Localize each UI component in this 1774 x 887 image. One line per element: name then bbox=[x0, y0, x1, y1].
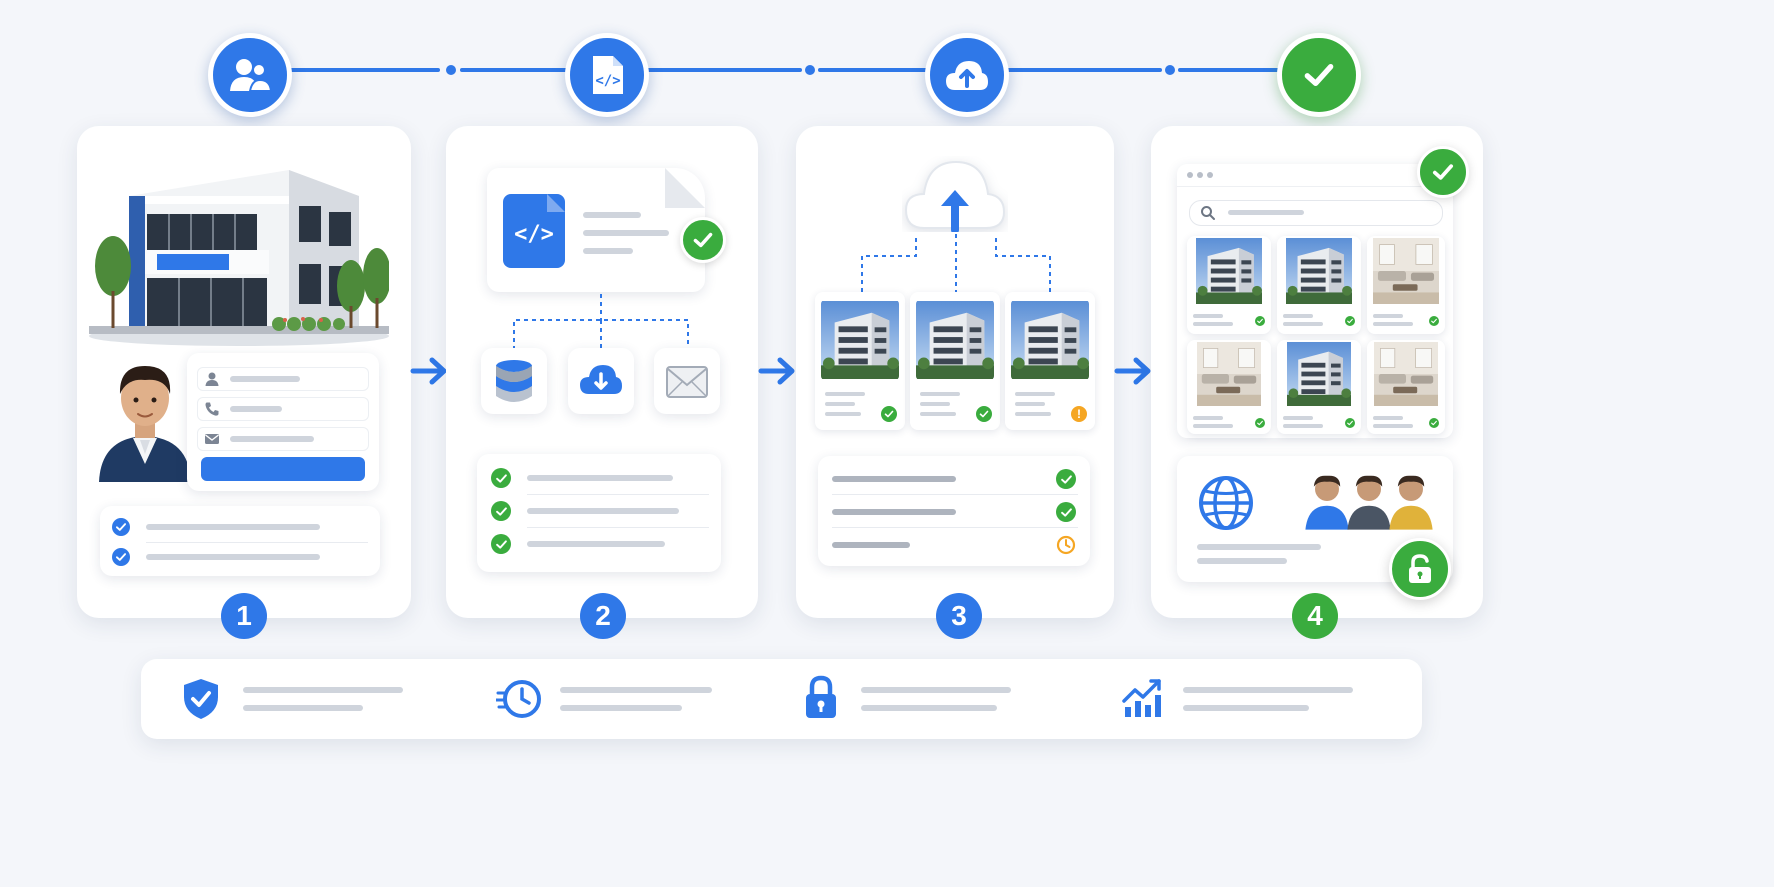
user-icon bbox=[205, 372, 219, 386]
check-icon bbox=[1277, 33, 1361, 117]
mail-icon bbox=[205, 434, 219, 444]
check-icon bbox=[1056, 469, 1076, 489]
phone-field[interactable] bbox=[197, 397, 369, 421]
check-icon bbox=[1056, 502, 1076, 522]
avatar bbox=[99, 366, 191, 482]
submit-button[interactable] bbox=[201, 457, 365, 481]
check-icon bbox=[1429, 418, 1439, 428]
globe-icon bbox=[1199, 476, 1253, 530]
listing-card[interactable] bbox=[1277, 340, 1361, 434]
processing-checklist bbox=[477, 454, 721, 572]
cloud-upload-icon bbox=[925, 33, 1009, 117]
contact-form bbox=[187, 353, 379, 491]
user-avatar bbox=[1387, 470, 1435, 532]
listing-card[interactable]: ! bbox=[1005, 292, 1095, 430]
arrow-right-icon bbox=[1114, 356, 1154, 386]
feature-speed bbox=[494, 677, 712, 726]
connector-lines bbox=[861, 234, 1051, 292]
clock-icon bbox=[1056, 535, 1076, 555]
page-fold bbox=[665, 168, 705, 208]
mail-icon bbox=[654, 348, 720, 414]
status-list bbox=[818, 456, 1090, 566]
database-icon bbox=[481, 348, 547, 414]
phone-icon bbox=[205, 402, 219, 416]
timeline-connector bbox=[1178, 68, 1283, 72]
listing-photo bbox=[916, 300, 994, 380]
features-bar bbox=[141, 659, 1422, 739]
check-icon bbox=[491, 501, 511, 521]
step-card-2: </> 2 bbox=[446, 126, 758, 639]
cloud-upload-icon bbox=[902, 156, 1008, 234]
step-number-4: 4 bbox=[1292, 593, 1338, 639]
check-icon bbox=[680, 217, 726, 263]
check-icon bbox=[491, 468, 511, 488]
timeline-dot bbox=[446, 65, 456, 75]
search-icon bbox=[1201, 206, 1215, 220]
step-card-3: ! 3 bbox=[796, 126, 1114, 639]
connector-lines bbox=[513, 294, 689, 350]
check-icon bbox=[1345, 316, 1355, 326]
cloud-download-icon bbox=[568, 348, 634, 414]
step-number-2: 2 bbox=[580, 593, 626, 639]
email-field[interactable] bbox=[197, 427, 369, 451]
listing-photo bbox=[1011, 300, 1089, 380]
check-icon bbox=[112, 548, 130, 566]
warning-icon: ! bbox=[1071, 406, 1087, 422]
check-icon bbox=[1429, 316, 1439, 326]
user-avatar bbox=[1303, 470, 1351, 532]
check-icon bbox=[491, 534, 511, 554]
check-icon bbox=[1255, 418, 1265, 428]
check-icon bbox=[1255, 316, 1265, 326]
shield-check-icon bbox=[184, 679, 218, 719]
timeline-connector bbox=[1002, 68, 1162, 72]
timeline-dot bbox=[1165, 65, 1175, 75]
check-icon bbox=[1345, 418, 1355, 428]
code-file-icon: </> bbox=[503, 194, 565, 268]
lock-icon bbox=[806, 675, 836, 718]
svg-text:</>: </> bbox=[514, 222, 554, 247]
step-number-1: 1 bbox=[221, 593, 267, 639]
check-icon bbox=[976, 406, 992, 422]
listing-card[interactable] bbox=[1367, 340, 1445, 434]
unlock-icon bbox=[1389, 538, 1451, 600]
step-card-4: 4 bbox=[1151, 126, 1483, 639]
growth-chart-icon bbox=[1122, 679, 1161, 717]
check-icon bbox=[112, 518, 130, 536]
check-icon bbox=[1417, 146, 1469, 198]
feature-security bbox=[181, 677, 403, 726]
check-icon bbox=[881, 406, 897, 422]
step-card-1: 1 bbox=[77, 126, 411, 639]
listing-photo bbox=[821, 300, 899, 380]
listing-card[interactable] bbox=[815, 292, 905, 430]
timeline-connector bbox=[818, 68, 928, 72]
browser-titlebar bbox=[1177, 164, 1453, 187]
feature-privacy bbox=[803, 675, 1011, 726]
listing-card[interactable] bbox=[1187, 340, 1271, 434]
users-icon bbox=[208, 33, 292, 117]
code-file-icon: </> bbox=[565, 33, 649, 117]
svg-text:</>: </> bbox=[595, 73, 620, 89]
listing-card[interactable] bbox=[1277, 236, 1361, 334]
listing-card[interactable] bbox=[910, 292, 1000, 430]
requirements-checklist bbox=[100, 506, 380, 576]
listing-card[interactable] bbox=[1187, 236, 1271, 334]
feature-growth bbox=[1121, 677, 1353, 724]
browser-window bbox=[1177, 164, 1453, 438]
arrow-right-icon bbox=[410, 356, 450, 386]
timeline-connector bbox=[640, 68, 802, 72]
clock-fast-icon bbox=[494, 680, 541, 718]
name-field[interactable] bbox=[197, 367, 369, 391]
search-input[interactable] bbox=[1189, 200, 1443, 226]
timeline-connector bbox=[460, 68, 570, 72]
arrow-right-icon bbox=[758, 356, 798, 386]
office-building-illustration bbox=[89, 170, 389, 346]
timeline-dot bbox=[805, 65, 815, 75]
step-number-3: 3 bbox=[936, 593, 982, 639]
timeline-connector bbox=[285, 68, 440, 72]
listing-card[interactable] bbox=[1367, 236, 1445, 334]
user-avatar bbox=[1345, 470, 1393, 532]
code-document: </> bbox=[487, 168, 705, 292]
